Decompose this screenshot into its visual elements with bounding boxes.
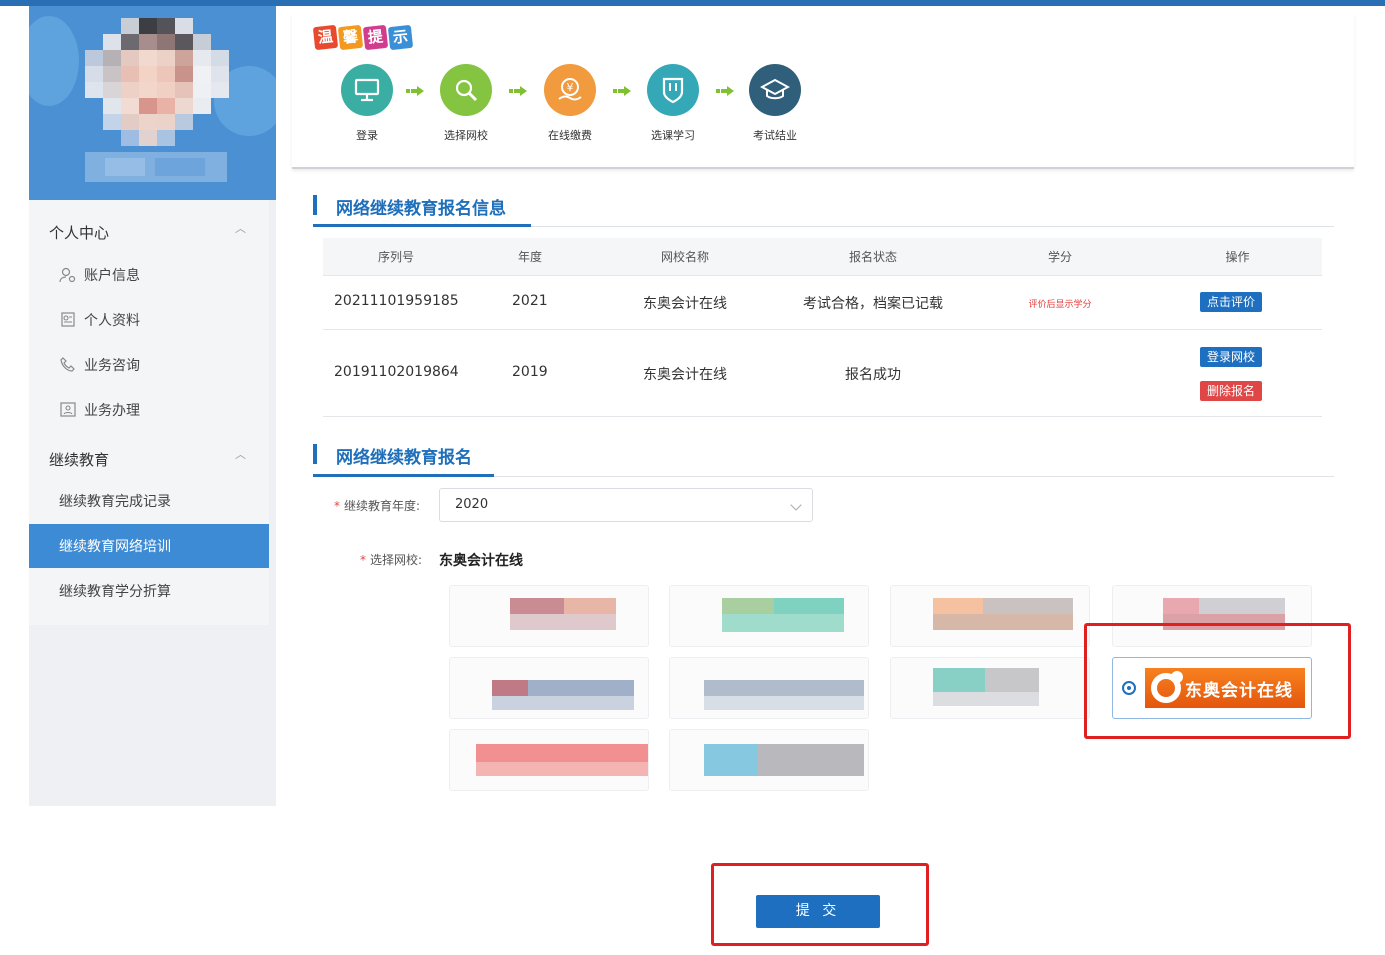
school-label: * 选择网校: — [360, 553, 423, 567]
section-marker — [313, 444, 317, 464]
sidebar-item-completion-record[interactable]: 继续教育完成记录 — [29, 479, 269, 523]
avatar — [85, 18, 229, 188]
cell-credit: 评价后显示学分 — [1028, 300, 1092, 310]
monitor-icon — [341, 64, 393, 116]
step-payment: ¥ 在线缴费 — [530, 64, 610, 143]
year-select[interactable]: 2020 — [439, 488, 813, 522]
cell-serial: 20191102019864 — [334, 364, 459, 380]
sidebar-item-label: 账户信息 — [84, 268, 140, 284]
sidebar: 个人中心 ︿ 账户信息 个人资料 业务咨询 业务办理 继续教育 ︿ 继续教育完成… — [29, 6, 276, 806]
sidebar-item-label: 个人资料 — [84, 313, 140, 329]
step-label: 考试结业 — [753, 129, 797, 142]
menu-group-continuing-education[interactable]: 继续教育 — [49, 449, 109, 470]
sidebar-item-label: 继续教育网络培训 — [59, 539, 171, 555]
step-label: 选择网校 — [444, 129, 488, 142]
tips-logo-char: 提 — [362, 24, 389, 51]
section-title-register: 网络继续教育报名 — [336, 448, 472, 468]
graduation-cap-icon — [749, 64, 801, 116]
sidebar-item-label: 业务咨询 — [84, 358, 140, 374]
profile-card-icon — [61, 312, 75, 327]
step-label: 登录 — [356, 129, 378, 142]
section-underline — [313, 474, 494, 477]
sidebar-item-credit-conversion[interactable]: 继续教育学分折算 — [29, 569, 269, 613]
table-header: 序列号 年度 网校名称 报名状态 学分 操作 — [323, 238, 1322, 276]
chevron-up-icon[interactable]: ︿ — [235, 220, 246, 236]
cell-year: 2019 — [512, 364, 548, 380]
cell-school: 东奥会计在线 — [643, 296, 727, 312]
year-label: * 继续教育年度: — [334, 499, 421, 513]
step-course-study: 选课学习 — [633, 64, 713, 143]
tips-logo-char: 温 — [312, 24, 339, 51]
tips-logo-char: 示 — [387, 24, 414, 51]
sidebar-item-label: 业务办理 — [84, 403, 140, 419]
year-select-value: 2020 — [455, 497, 489, 512]
arrow-right-icon — [509, 86, 527, 96]
user-key-icon — [59, 267, 76, 283]
section-marker — [313, 195, 317, 215]
step-label: 选课学习 — [651, 129, 695, 142]
school-card[interactable] — [669, 657, 869, 719]
school-card[interactable] — [449, 729, 649, 791]
cell-status: 报名成功 — [845, 367, 901, 383]
phone-icon — [60, 357, 75, 372]
table-row: 20211101959185 2021 东奥会计在线 考试合格，档案已记载 评价… — [323, 276, 1322, 330]
chevron-down-icon — [790, 499, 802, 511]
side-menu: 个人中心 ︿ 账户信息 个人资料 业务咨询 业务办理 继续教育 ︿ 继续教育完成… — [29, 200, 269, 625]
selected-school-name: 东奥会计在线 — [439, 553, 523, 569]
school-card[interactable] — [669, 585, 869, 647]
badge-icon — [647, 64, 699, 116]
column-header: 操作 — [1225, 250, 1250, 264]
sidebar-item-business[interactable]: 业务办理 — [29, 388, 269, 432]
chevron-up-icon[interactable]: ︿ — [235, 446, 246, 462]
sidebar-item-label: 继续教育完成记录 — [59, 494, 171, 510]
sidebar-item-personal-profile[interactable]: 个人资料 — [29, 298, 269, 342]
cell-status: 考试合格，档案已记载 — [803, 296, 943, 312]
submit-button[interactable]: 提 交 — [756, 895, 880, 928]
column-header: 序列号 — [377, 250, 414, 264]
document-user-icon — [60, 402, 76, 417]
highlight-box — [1084, 623, 1351, 739]
tips-logo-char: 馨 — [337, 24, 364, 51]
sidebar-item-online-training[interactable]: 继续教育网络培训 — [29, 524, 269, 568]
sidebar-item-label: 继续教育学分折算 — [59, 584, 171, 600]
sidebar-item-account-info[interactable]: 账户信息 — [29, 253, 269, 297]
cell-serial: 20211101959185 — [334, 293, 459, 309]
svg-text:¥: ¥ — [567, 81, 574, 94]
sidebar-item-consult[interactable]: 业务咨询 — [29, 343, 269, 387]
tips-panel: 温 馨 提 示 登录 选择网校 ¥ 在线缴费 选课学习 考试结业 — [292, 14, 1354, 169]
step-login: 登录 — [327, 64, 407, 143]
column-header: 网校名称 — [660, 250, 709, 264]
arrow-right-icon — [613, 86, 631, 96]
column-header: 年度 — [517, 250, 542, 264]
delete-registration-button[interactable]: 删除报名 — [1200, 381, 1263, 401]
cell-school: 东奥会计在线 — [643, 367, 727, 383]
tips-logo: 温 馨 提 示 — [312, 24, 414, 51]
step-choose-school: 选择网校 — [426, 64, 506, 143]
step-label: 在线缴费 — [548, 129, 592, 142]
cell-year: 2021 — [512, 293, 548, 309]
magnifier-icon — [440, 64, 492, 116]
arrow-right-icon — [406, 86, 424, 96]
section-underline — [313, 224, 531, 227]
avatar-panel — [29, 6, 276, 200]
login-school-button[interactable]: 登录网校 — [1200, 347, 1263, 367]
step-graduation: 考试结业 — [735, 64, 815, 143]
yuan-coin-icon: ¥ — [544, 64, 596, 116]
menu-group-personal-center[interactable]: 个人中心 — [49, 222, 109, 243]
school-card[interactable] — [890, 585, 1090, 647]
column-header: 学分 — [1047, 250, 1072, 264]
school-card[interactable] — [669, 729, 869, 791]
table-row: 20191102019864 2019 东奥会计在线 报名成功 登录网校 删除报… — [323, 330, 1322, 417]
column-header: 报名状态 — [848, 250, 897, 264]
sidebar-empty-area — [29, 625, 276, 806]
arrow-right-icon — [716, 86, 734, 96]
school-card[interactable] — [890, 657, 1090, 719]
evaluate-button[interactable]: 点击评价 — [1200, 292, 1263, 312]
school-card[interactable] — [449, 657, 649, 719]
school-card[interactable] — [449, 585, 649, 647]
section-title-info: 网络继续教育报名信息 — [336, 199, 506, 219]
